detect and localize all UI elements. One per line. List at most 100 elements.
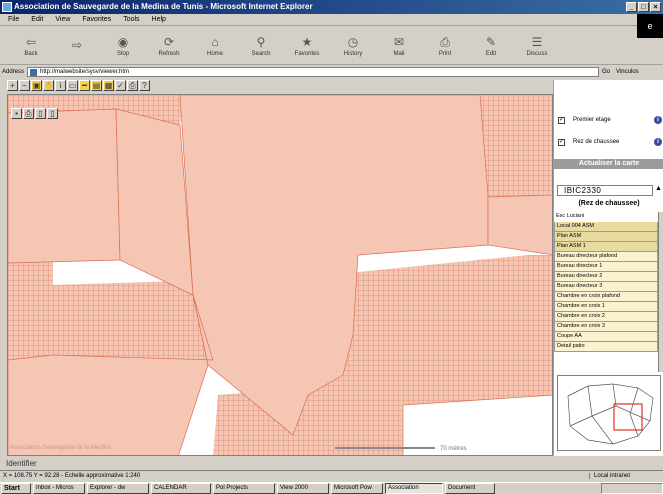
list-item[interactable]: Detail patio [554, 342, 658, 352]
zoom-out-icon[interactable]: − [19, 80, 30, 91]
help-icon[interactable]: ? [139, 80, 150, 91]
identifier-label: Identifier [6, 459, 37, 468]
forward-arrow-icon: ⇨ [71, 38, 83, 52]
map-toolbar: + − ▣ ✋ i ▭ ━ ▤ ▦ ✓ ⎙ ? [0, 80, 553, 93]
scale-bar [335, 447, 435, 449]
taskbar-item[interactable]: Pol Projects [213, 483, 275, 494]
taskbar-item[interactable]: Microsoft Pow [331, 483, 383, 494]
menu-view[interactable]: View [55, 16, 70, 23]
back-button[interactable]: ⇦ Back [8, 27, 54, 65]
start-button[interactable]: Start [1, 483, 31, 494]
search-button[interactable]: ⚲ Search [238, 27, 284, 65]
window-title-bar: Association de Sauvegarde de la Medina d… [0, 0, 663, 14]
overview-map-drawing [567, 383, 654, 445]
refresh-icon: ⟳ [163, 35, 175, 49]
map-parcels: 70 mètres [8, 95, 552, 455]
menu-file[interactable]: File [8, 16, 19, 23]
list-item[interactable]: Plan ASM 1 [554, 242, 658, 252]
print-map-icon[interactable]: ⎙ [127, 80, 138, 91]
browser-toolbar: ⇦ Back ⇨ ◉ Stop ⟳ Refresh ⌂ Home ⚲ Search ★ Fa… [0, 27, 663, 65]
query-icon[interactable]: ▦ [103, 80, 114, 91]
back-arrow-icon: ⇦ [25, 35, 37, 49]
layer-checkbox[interactable]: ✓ [558, 138, 565, 146]
go-button[interactable]: Go [602, 69, 610, 75]
close-button[interactable]: × [650, 2, 661, 12]
list-item[interactable]: Chambre en croix 2 [554, 312, 658, 322]
overview-map[interactable] [557, 375, 661, 451]
floor-label: (Rez de chaussee) [578, 200, 640, 207]
history-button[interactable]: ◷ History [330, 27, 376, 65]
pan-hand-icon[interactable]: ✋ [43, 80, 54, 91]
list-item[interactable]: Bureau directeur plafond [554, 252, 658, 262]
select-icon[interactable]: ▭ [67, 80, 78, 91]
taskbar-item[interactable]: CALENDAR [151, 483, 211, 494]
minimize-button[interactable]: _ [626, 2, 637, 12]
list-item[interactable]: Local 004 ASM [554, 222, 658, 232]
scroll-arrow-icon[interactable]: ▲ [655, 185, 663, 196]
menu-help[interactable]: Help [152, 16, 166, 23]
address-input[interactable]: http://malwebsite/sysv/viewer.htm [27, 67, 600, 77]
favorites-icon: ★ [301, 35, 313, 49]
room-list: Esc Luciani Local 004 ASM Plan ASM Plan … [554, 212, 658, 352]
edit-map-icon[interactable]: ✓ [115, 80, 126, 91]
list-item[interactable]: Bureau directeur 2 [554, 272, 658, 282]
home-button[interactable]: ⌂ Home [192, 27, 238, 65]
taskbar-item[interactable]: Document [445, 483, 495, 494]
edit-button[interactable]: ✎ Edit [468, 27, 514, 65]
copy-icon[interactable]: ▯ [35, 108, 46, 119]
layer-checkbox[interactable]: ✓ [558, 116, 565, 124]
list-item[interactable]: Esc Luciani [554, 212, 658, 222]
identify-icon[interactable]: i [55, 80, 66, 91]
room-list-scrollbar[interactable] [658, 212, 663, 372]
mail-button[interactable]: ✉ Mail [376, 27, 422, 65]
map-credit: Association Sauvegarde de la Medina [10, 445, 111, 451]
map-canvas[interactable]: 70 mètres [7, 94, 553, 456]
building-id-field[interactable]: IBIC2330 [557, 185, 653, 196]
taskbar-item-active[interactable]: Association [385, 483, 443, 494]
list-item[interactable]: Plan ASM [554, 232, 658, 242]
maximize-button[interactable]: □ [638, 2, 649, 12]
edit-icon: ✎ [485, 35, 497, 49]
full-extent-icon[interactable]: ▣ [31, 80, 42, 91]
paste-icon[interactable]: ▯ [47, 108, 58, 119]
menu-favorites[interactable]: Favorites [82, 16, 111, 23]
zoom-in-icon[interactable]: + [7, 80, 18, 91]
info-icon[interactable]: i [654, 116, 662, 124]
print-button[interactable]: ⎙ Print [422, 27, 468, 65]
menu-tools[interactable]: Tools [123, 16, 139, 23]
page-icon [30, 68, 38, 76]
discuss-button[interactable]: ☰ Discuss [514, 27, 560, 65]
layer-label: Premier etage [573, 117, 611, 123]
layer-premier-etage: ✓ Premier etage i [558, 116, 662, 124]
measure-icon[interactable]: ━ [79, 80, 90, 91]
windows-taskbar: Start Inbox - Micros Explorer - dw CALEN… [0, 482, 663, 494]
menu-bar: File Edit View Favorites Tools Help [0, 14, 663, 26]
stop-button[interactable]: ◉ Stop [100, 27, 146, 65]
refresh-button[interactable]: ⟳ Refresh [146, 27, 192, 65]
list-item[interactable]: Chambre en croix plafond [554, 292, 658, 302]
taskbar-item[interactable]: Explorer - dw [87, 483, 149, 494]
layer-panel: ✓ Premier etage i ✓ Rez de chaussee i Ac… [553, 80, 663, 456]
stop-icon: ◉ [117, 35, 129, 49]
favorites-button[interactable]: ★ Favorites [284, 27, 330, 65]
save-map-icon[interactable]: ▪ [11, 108, 22, 119]
list-item[interactable]: Bureau directeur 1 [554, 262, 658, 272]
list-item[interactable]: Chambre en croix 3 [554, 322, 658, 332]
info-icon[interactable]: i [654, 138, 662, 146]
forward-button[interactable]: ⇨ [54, 27, 100, 65]
menu-edit[interactable]: Edit [31, 16, 43, 23]
status-bar: X = 108.75 Y = 92.28 - Echelle approxima… [0, 470, 663, 481]
taskbar-item[interactable]: View 2000 [277, 483, 329, 494]
layer-label: Rez de chaussee [573, 139, 620, 145]
layer-icon[interactable]: ▤ [91, 80, 102, 91]
list-item[interactable]: Coupe AA [554, 332, 658, 342]
security-zone: Local intranet [589, 473, 663, 479]
address-bar: Address http://malwebsite/sysv/viewer.ht… [0, 66, 663, 78]
links-button[interactable]: Vinculos [616, 69, 639, 75]
taskbar-item[interactable]: Inbox - Micros [33, 483, 85, 494]
layer-rez-de-chaussee: ✓ Rez de chaussee i [558, 138, 662, 146]
refresh-map-button[interactable]: Actualiser la carte [554, 159, 663, 169]
list-item[interactable]: Bureau directeur 3 [554, 282, 658, 292]
list-item[interactable]: Chambre en croix 1 [554, 302, 658, 312]
print-small-icon[interactable]: ⎙ [23, 108, 34, 119]
